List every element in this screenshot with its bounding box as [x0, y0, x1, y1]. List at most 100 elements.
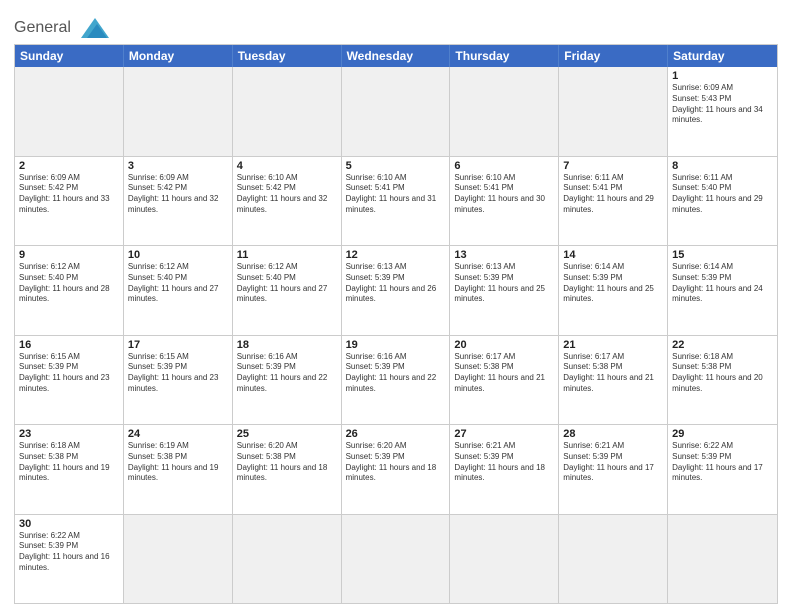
cell-info: Sunrise: 6:11 AM Sunset: 5:40 PM Dayligh…: [672, 173, 773, 216]
day-cell-2: 2Sunrise: 6:09 AM Sunset: 5:42 PM Daylig…: [15, 157, 124, 246]
calendar-header: SundayMondayTuesdayWednesdayThursdayFrid…: [15, 45, 777, 67]
day-number: 5: [346, 160, 446, 172]
empty-cell: [342, 67, 451, 156]
weekday-header-thursday: Thursday: [450, 45, 559, 67]
cell-info: Sunrise: 6:21 AM Sunset: 5:39 PM Dayligh…: [563, 441, 663, 484]
day-number: 27: [454, 428, 554, 440]
empty-cell: [233, 67, 342, 156]
weekday-header-friday: Friday: [559, 45, 668, 67]
cell-info: Sunrise: 6:17 AM Sunset: 5:38 PM Dayligh…: [563, 352, 663, 395]
cell-info: Sunrise: 6:12 AM Sunset: 5:40 PM Dayligh…: [128, 262, 228, 305]
weekday-header-sunday: Sunday: [15, 45, 124, 67]
cell-info: Sunrise: 6:16 AM Sunset: 5:39 PM Dayligh…: [237, 352, 337, 395]
logo-text: General: [14, 14, 113, 38]
cell-info: Sunrise: 6:10 AM Sunset: 5:41 PM Dayligh…: [346, 173, 446, 216]
header: General: [14, 10, 778, 38]
calendar-row-3: 9Sunrise: 6:12 AM Sunset: 5:40 PM Daylig…: [15, 245, 777, 335]
calendar: SundayMondayTuesdayWednesdayThursdayFrid…: [14, 44, 778, 604]
cell-info: Sunrise: 6:12 AM Sunset: 5:40 PM Dayligh…: [237, 262, 337, 305]
weekday-header-wednesday: Wednesday: [342, 45, 451, 67]
day-number: 2: [19, 160, 119, 172]
cell-info: Sunrise: 6:20 AM Sunset: 5:39 PM Dayligh…: [346, 441, 446, 484]
day-number: 28: [563, 428, 663, 440]
day-cell-11: 11Sunrise: 6:12 AM Sunset: 5:40 PM Dayli…: [233, 246, 342, 335]
day-number: 21: [563, 339, 663, 351]
calendar-row-4: 16Sunrise: 6:15 AM Sunset: 5:39 PM Dayli…: [15, 335, 777, 425]
calendar-row-5: 23Sunrise: 6:18 AM Sunset: 5:38 PM Dayli…: [15, 424, 777, 514]
day-number: 22: [672, 339, 773, 351]
day-number: 12: [346, 249, 446, 261]
day-number: 10: [128, 249, 228, 261]
calendar-row-1: 1Sunrise: 6:09 AM Sunset: 5:43 PM Daylig…: [15, 67, 777, 156]
day-number: 14: [563, 249, 663, 261]
cell-info: Sunrise: 6:15 AM Sunset: 5:39 PM Dayligh…: [19, 352, 119, 395]
cell-info: Sunrise: 6:09 AM Sunset: 5:42 PM Dayligh…: [128, 173, 228, 216]
cell-info: Sunrise: 6:19 AM Sunset: 5:38 PM Dayligh…: [128, 441, 228, 484]
day-cell-6: 6Sunrise: 6:10 AM Sunset: 5:41 PM Daylig…: [450, 157, 559, 246]
day-cell-27: 27Sunrise: 6:21 AM Sunset: 5:39 PM Dayli…: [450, 425, 559, 514]
empty-cell: [668, 515, 777, 604]
empty-cell: [450, 67, 559, 156]
day-cell-16: 16Sunrise: 6:15 AM Sunset: 5:39 PM Dayli…: [15, 336, 124, 425]
day-number: 23: [19, 428, 119, 440]
day-number: 7: [563, 160, 663, 172]
day-cell-13: 13Sunrise: 6:13 AM Sunset: 5:39 PM Dayli…: [450, 246, 559, 335]
cell-info: Sunrise: 6:10 AM Sunset: 5:41 PM Dayligh…: [454, 173, 554, 216]
day-cell-23: 23Sunrise: 6:18 AM Sunset: 5:38 PM Dayli…: [15, 425, 124, 514]
calendar-body: 1Sunrise: 6:09 AM Sunset: 5:43 PM Daylig…: [15, 67, 777, 603]
cell-info: Sunrise: 6:21 AM Sunset: 5:39 PM Dayligh…: [454, 441, 554, 484]
day-cell-14: 14Sunrise: 6:14 AM Sunset: 5:39 PM Dayli…: [559, 246, 668, 335]
day-cell-8: 8Sunrise: 6:11 AM Sunset: 5:40 PM Daylig…: [668, 157, 777, 246]
empty-cell: [124, 67, 233, 156]
cell-info: Sunrise: 6:16 AM Sunset: 5:39 PM Dayligh…: [346, 352, 446, 395]
cell-info: Sunrise: 6:18 AM Sunset: 5:38 PM Dayligh…: [672, 352, 773, 395]
day-number: 16: [19, 339, 119, 351]
weekday-header-tuesday: Tuesday: [233, 45, 342, 67]
day-number: 17: [128, 339, 228, 351]
day-cell-17: 17Sunrise: 6:15 AM Sunset: 5:39 PM Dayli…: [124, 336, 233, 425]
cell-info: Sunrise: 6:15 AM Sunset: 5:39 PM Dayligh…: [128, 352, 228, 395]
cell-info: Sunrise: 6:09 AM Sunset: 5:42 PM Dayligh…: [19, 173, 119, 216]
day-number: 6: [454, 160, 554, 172]
day-number: 13: [454, 249, 554, 261]
day-number: 3: [128, 160, 228, 172]
cell-info: Sunrise: 6:20 AM Sunset: 5:38 PM Dayligh…: [237, 441, 337, 484]
weekday-header-saturday: Saturday: [668, 45, 777, 67]
day-cell-20: 20Sunrise: 6:17 AM Sunset: 5:38 PM Dayli…: [450, 336, 559, 425]
day-cell-24: 24Sunrise: 6:19 AM Sunset: 5:38 PM Dayli…: [124, 425, 233, 514]
cell-info: Sunrise: 6:14 AM Sunset: 5:39 PM Dayligh…: [563, 262, 663, 305]
calendar-row-2: 2Sunrise: 6:09 AM Sunset: 5:42 PM Daylig…: [15, 156, 777, 246]
cell-info: Sunrise: 6:17 AM Sunset: 5:38 PM Dayligh…: [454, 352, 554, 395]
day-number: 25: [237, 428, 337, 440]
weekday-header-monday: Monday: [124, 45, 233, 67]
day-cell-30: 30Sunrise: 6:22 AM Sunset: 5:39 PM Dayli…: [15, 515, 124, 604]
cell-info: Sunrise: 6:12 AM Sunset: 5:40 PM Dayligh…: [19, 262, 119, 305]
day-number: 19: [346, 339, 446, 351]
day-number: 1: [672, 70, 773, 82]
day-cell-29: 29Sunrise: 6:22 AM Sunset: 5:39 PM Dayli…: [668, 425, 777, 514]
day-cell-12: 12Sunrise: 6:13 AM Sunset: 5:39 PM Dayli…: [342, 246, 451, 335]
cell-info: Sunrise: 6:14 AM Sunset: 5:39 PM Dayligh…: [672, 262, 773, 305]
day-number: 30: [19, 518, 119, 530]
day-number: 4: [237, 160, 337, 172]
cell-info: Sunrise: 6:13 AM Sunset: 5:39 PM Dayligh…: [346, 262, 446, 305]
cell-info: Sunrise: 6:11 AM Sunset: 5:41 PM Dayligh…: [563, 173, 663, 216]
cell-info: Sunrise: 6:09 AM Sunset: 5:43 PM Dayligh…: [672, 83, 773, 126]
page: General SundayMondayTuesdayWednesdayThur…: [0, 0, 792, 612]
logo-icon: [77, 14, 113, 42]
day-cell-22: 22Sunrise: 6:18 AM Sunset: 5:38 PM Dayli…: [668, 336, 777, 425]
day-cell-9: 9Sunrise: 6:12 AM Sunset: 5:40 PM Daylig…: [15, 246, 124, 335]
cell-info: Sunrise: 6:18 AM Sunset: 5:38 PM Dayligh…: [19, 441, 119, 484]
cell-info: Sunrise: 6:10 AM Sunset: 5:42 PM Dayligh…: [237, 173, 337, 216]
empty-cell: [124, 515, 233, 604]
cell-info: Sunrise: 6:22 AM Sunset: 5:39 PM Dayligh…: [19, 531, 119, 574]
cell-info: Sunrise: 6:13 AM Sunset: 5:39 PM Dayligh…: [454, 262, 554, 305]
day-cell-21: 21Sunrise: 6:17 AM Sunset: 5:38 PM Dayli…: [559, 336, 668, 425]
day-cell-26: 26Sunrise: 6:20 AM Sunset: 5:39 PM Dayli…: [342, 425, 451, 514]
day-number: 8: [672, 160, 773, 172]
day-cell-25: 25Sunrise: 6:20 AM Sunset: 5:38 PM Dayli…: [233, 425, 342, 514]
day-cell-7: 7Sunrise: 6:11 AM Sunset: 5:41 PM Daylig…: [559, 157, 668, 246]
day-cell-3: 3Sunrise: 6:09 AM Sunset: 5:42 PM Daylig…: [124, 157, 233, 246]
day-number: 15: [672, 249, 773, 261]
empty-cell: [15, 67, 124, 156]
